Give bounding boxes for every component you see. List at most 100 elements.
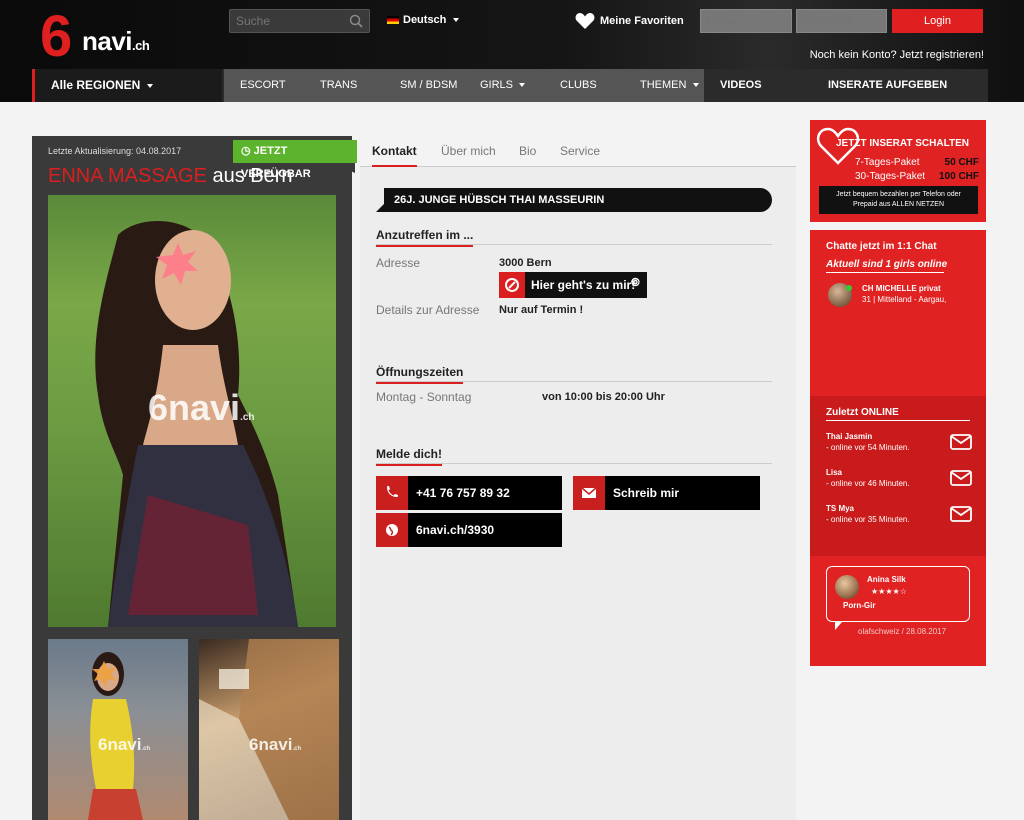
chevron-down-icon xyxy=(453,18,460,22)
login-name-field[interactable] xyxy=(700,9,792,33)
recently-online-title: Zuletzt ONLINE xyxy=(826,407,970,421)
nav-item-inserate-aufgeben[interactable]: INSERATE AUFGEBEN xyxy=(828,69,947,102)
online-status-dot xyxy=(846,285,852,291)
chat-user-info: 31 | Mittelland - Aargau, xyxy=(862,295,947,304)
availability-badge[interactable]: ◷ JETZT VERFÜGBAR xyxy=(233,140,357,180)
profile-panel: Letzte Aktualisierung: 04.08.2017 ◷ JETZ… xyxy=(32,136,357,820)
phone-button[interactable]: +41 76 757 89 32 xyxy=(376,476,562,510)
directions-button[interactable]: Hier geht's zu mir! ⦾ xyxy=(499,272,647,298)
directions-label: Hier geht's zu mir! xyxy=(531,278,636,292)
profile-link-text: 6navi.ch/3930 xyxy=(416,523,495,537)
chat-user-name: CH MICHELLE privat xyxy=(862,284,941,293)
promo-title: JETZT INSERAT SCHALTEN xyxy=(836,138,969,149)
chat-title: Chatte jetzt im 1:1 Chat xyxy=(826,241,937,252)
thumb-watermark: 6navi.ch xyxy=(98,735,151,754)
search-icon[interactable] xyxy=(349,14,363,28)
address-details-value: Nur auf Termin ! xyxy=(499,304,584,316)
language-selector[interactable]: Deutsch xyxy=(387,14,460,26)
photo-watermark: 6navi.ch xyxy=(148,387,255,428)
promo-package-7: 7-Tages-Paket 50 CHF xyxy=(855,157,979,168)
regions-dropdown[interactable]: Alle REGIONEN xyxy=(32,69,222,102)
main-profile-photo[interactable]: 6navi.ch xyxy=(48,195,336,627)
phone-icon xyxy=(376,476,408,510)
package-label: 7-Tages-Paket xyxy=(855,157,920,168)
login-button[interactable]: Login xyxy=(892,9,983,33)
address-details-label: Details zur Adresse xyxy=(376,303,480,317)
nav-item-trans[interactable]: TRANS xyxy=(320,69,357,102)
thumb-watermark: 6navi.ch xyxy=(249,735,302,754)
review-card[interactable]: Anina Silk ★★★★☆ Porn-Gir xyxy=(826,566,970,630)
write-message-button[interactable]: Schreib mir xyxy=(573,476,760,510)
profile-tabs: Kontakt Über mich Bio Service xyxy=(360,136,796,167)
favorites-link[interactable]: Meine Favoriten xyxy=(575,12,684,30)
tab-service[interactable]: Service xyxy=(560,136,600,167)
address-value: 3000 Bern xyxy=(499,257,552,269)
tab-bio[interactable]: Bio xyxy=(519,136,536,167)
gallery-thumbnail[interactable]: 6navi.ch xyxy=(48,639,188,820)
review-text: Porn-Gir xyxy=(843,601,876,610)
address-label: Adresse xyxy=(376,256,421,270)
svg-text:6: 6 xyxy=(40,6,72,62)
last-update-text: Letzte Aktualisierung: 04.08.2017 xyxy=(48,146,182,156)
gallery-thumbnail[interactable]: 6navi.ch xyxy=(199,639,339,820)
online-list-item[interactable]: Thai Jasmin - online vor 54 Minuten. xyxy=(826,432,974,458)
section-title-anzutreffen: Anzutreffen im ... xyxy=(376,228,474,247)
arrow-circle-icon: ⦾ xyxy=(631,277,640,289)
recently-online-section: Zuletzt ONLINE Thai Jasmin - online vor … xyxy=(810,396,986,556)
main-navbar: Alle REGIONEN ESCORT TRANS SM / BDSM GIR… xyxy=(32,69,988,102)
site-logo[interactable]: 6 navi.ch xyxy=(40,6,170,64)
envelope-icon[interactable] xyxy=(950,506,972,522)
tab-kontakt[interactable]: Kontakt xyxy=(372,136,417,167)
promo-payment-note: Jetzt bequem bezahlen per Telefon oder P… xyxy=(819,186,978,214)
package-price: 50 CHF xyxy=(944,157,979,168)
register-link[interactable]: Noch kein Konto? Jetzt registrieren! xyxy=(810,49,984,61)
nav-item-escort[interactable]: ESCORT xyxy=(240,69,286,102)
thumb-figure xyxy=(88,652,143,820)
package-price: 100 CHF xyxy=(938,171,979,182)
nav-item-sm-bdsm[interactable]: SM / BDSM xyxy=(400,69,457,102)
chat-sidebar: Chatte jetzt im 1:1 Chat Aktuell sind 1 … xyxy=(810,230,986,666)
chevron-down-icon xyxy=(146,83,153,88)
globe-icon xyxy=(376,513,408,547)
clock-icon: ◷ xyxy=(241,145,251,157)
language-label: Deutsch xyxy=(403,14,447,26)
location-icon xyxy=(499,272,525,298)
opening-hours-value: von 10:00 bis 20:00 Uhr xyxy=(542,391,665,403)
review-author: Anina Silk xyxy=(867,575,906,584)
heart-icon xyxy=(575,13,595,29)
write-message-label: Schreib mir xyxy=(613,486,680,500)
review-meta: olafschweiz / 28.08.2017 xyxy=(858,627,947,636)
tab-ueber-mich[interactable]: Über mich xyxy=(441,136,496,167)
review-stars: ★★★★☆ xyxy=(871,587,907,596)
chevron-down-icon xyxy=(692,83,699,88)
nav-item-clubs[interactable]: CLUBS xyxy=(560,69,597,102)
online-list-item[interactable]: TS Mya - online vor 35 Minuten. xyxy=(826,504,974,530)
thumb-room xyxy=(199,639,339,820)
section-title-oeffnungszeiten: Öffnungszeiten xyxy=(376,365,464,384)
chat-user-item[interactable]: CH MICHELLE privat 31 | Mittelland - Aar… xyxy=(828,283,978,309)
logo-text: navi.ch xyxy=(82,26,150,56)
envelope-icon[interactable] xyxy=(950,470,972,486)
nav-item-girls-label: GIRLS xyxy=(480,79,514,91)
phone-number: +41 76 757 89 32 xyxy=(416,486,510,500)
online-list-item[interactable]: Lisa - online vor 46 Minuten. xyxy=(826,468,974,494)
search-box xyxy=(229,9,370,33)
nav-item-themen-label: THEMEN xyxy=(640,79,687,91)
profile-location: aus Bern xyxy=(212,165,293,187)
promo-package-30: 30-Tages-Paket 100 CHF xyxy=(855,171,979,182)
package-label: 30-Tages-Paket xyxy=(855,171,926,182)
envelope-icon[interactable] xyxy=(950,434,972,450)
envelope-icon xyxy=(573,476,605,510)
promo-box[interactable]: JETZT INSERAT SCHALTEN 7-Tages-Paket 50 … xyxy=(810,120,986,222)
profile-link-button[interactable]: 6navi.ch/3930 xyxy=(376,513,562,547)
nav-category-bar xyxy=(224,69,704,102)
profile-name: ENNA MASSAGE xyxy=(48,165,207,187)
profile-content: Kontakt Über mich Bio Service 26J. JUNGE… xyxy=(360,136,796,820)
search-input[interactable] xyxy=(230,10,345,32)
german-flag-icon xyxy=(387,16,399,24)
login-password-field[interactable] xyxy=(796,9,887,33)
nav-item-videos[interactable]: VIDEOS xyxy=(720,69,762,102)
nav-item-girls[interactable]: GIRLS xyxy=(480,69,526,102)
nav-item-themen[interactable]: THEMEN xyxy=(640,69,699,102)
logo-six-icon: 6 xyxy=(40,6,72,62)
